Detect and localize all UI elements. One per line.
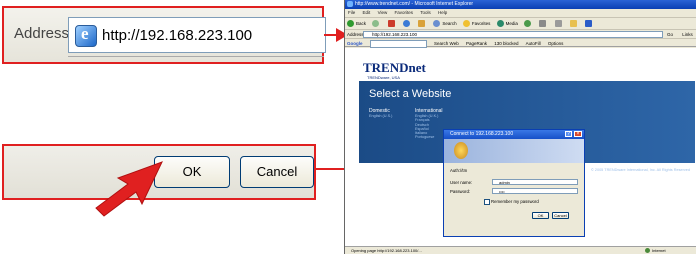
status-zone: Internet (645, 247, 666, 254)
ok-button-zoom[interactable]: OK (154, 156, 230, 188)
password-label: Password: (450, 189, 471, 194)
google-autofill[interactable]: AutoFill (526, 41, 541, 46)
pointer-arrow-icon (95, 161, 163, 217)
address-zoom-panel: Address http://192.168.223.100 (2, 6, 326, 64)
folder-icon (569, 20, 577, 28)
browser-address-bar: Address http://192.168.223.100 Go Links (345, 29, 696, 38)
domestic-link[interactable]: English (U.S.) (369, 114, 392, 118)
google-search-input[interactable] (369, 39, 427, 48)
page-content: TRENDnet TRENDware, USA Select a Website… (345, 48, 696, 246)
cancel-button-zoom[interactable]: Cancel (240, 156, 314, 188)
address-label: Address (14, 25, 70, 42)
username-field[interactable]: admin (492, 179, 578, 185)
print-icon (554, 20, 562, 28)
menu-help[interactable]: Help (438, 10, 447, 15)
menu-tools[interactable]: Tools (420, 10, 431, 15)
cancel-button[interactable]: Cancel (552, 212, 569, 219)
copyright-text: © 2005 TRENDware International, Inc. All… (591, 168, 690, 172)
media-icon (496, 20, 504, 28)
realm-text: Auth://tm (450, 168, 468, 173)
browser-window: http://www.trendnet.com/ - Microsoft Int… (344, 0, 696, 254)
star-icon (462, 20, 470, 28)
go-label: Go (667, 32, 674, 37)
links-label[interactable]: Links (682, 32, 693, 37)
close-icon[interactable]: × (574, 131, 582, 137)
trendnet-logo[interactable]: TRENDnet (363, 60, 426, 76)
dialog-titlebar: Connect to 192.168.223.100 ? × (444, 130, 584, 139)
google-popup-blocked[interactable]: 130 blocked (494, 41, 518, 46)
address-url-zoom: http://192.168.223.100 (102, 27, 253, 44)
username-value: admin (499, 180, 510, 185)
browser-title: http://www.trendnet.com/ - Microsoft Int… (355, 1, 474, 7)
menu-edit[interactable]: Edit (363, 10, 371, 15)
google-search-web[interactable]: Search Web (434, 41, 459, 46)
back-label: Back (356, 21, 367, 26)
browser-titlebar: http://www.trendnet.com/ - Microsoft Int… (345, 0, 696, 9)
browser-address-input[interactable]: http://192.168.223.100 (363, 31, 663, 38)
dialog-title: Connect to 192.168.223.100 (450, 131, 514, 137)
search-icon (433, 20, 441, 28)
menu-favorites[interactable]: Favorites (395, 10, 414, 15)
media-label: Media (505, 21, 518, 26)
ie-window-icon (347, 1, 353, 7)
browser-address-value: http://192.168.223.100 (372, 32, 418, 37)
globe-icon (645, 248, 650, 254)
logo-subtitle: TRENDware, USA (367, 75, 400, 80)
menu-bar: File Edit View Favorites Tools Help (345, 9, 696, 17)
username-label: User name: (450, 180, 473, 185)
menu-view[interactable]: View (378, 10, 388, 15)
google-logo[interactable]: Google (347, 41, 363, 46)
favorites-label: Favorites (471, 21, 491, 26)
google-pagerank[interactable]: PageRank (466, 41, 487, 46)
mail-icon (539, 20, 547, 28)
back-icon (347, 20, 354, 28)
search-label: Search (442, 21, 457, 26)
status-bar: Opening page http://192.168.223.100/... … (345, 246, 696, 254)
ie-page-icon (75, 24, 97, 47)
google-toolbar: Google Search Web PageRank 130 blocked A… (345, 38, 696, 48)
stop-icon (387, 20, 395, 28)
menu-file[interactable]: File (348, 10, 355, 15)
ok-button[interactable]: OK (532, 212, 549, 219)
messenger-icon (585, 20, 593, 28)
home-icon (418, 20, 426, 28)
google-options[interactable]: Options (548, 41, 564, 46)
status-text: Opening page http://192.168.223.100/... (351, 248, 422, 253)
history-icon (524, 20, 532, 28)
remember-label: Remember my password (491, 199, 539, 204)
international-links: English (U.K.) Français Deutsch Español … (415, 114, 438, 140)
status-zone-label: Internet (652, 248, 666, 253)
refresh-icon (402, 20, 410, 28)
login-dialog: Connect to 192.168.223.100 ? × Auth://tm… (443, 129, 585, 237)
select-website-heading: Select a Website (369, 88, 452, 100)
browser-toolbar: Back Search Favorites Media (345, 17, 696, 29)
lang-link[interactable]: Portuguese (415, 135, 438, 139)
remember-checkbox[interactable] (484, 199, 490, 205)
help-icon[interactable]: ? (565, 131, 572, 137)
forward-icon (372, 20, 380, 28)
address-field-zoom[interactable]: http://192.168.223.100 (68, 17, 326, 53)
password-field[interactable]: •••• (492, 188, 578, 194)
keys-icon (454, 142, 468, 159)
toolbar-edge (68, 56, 324, 63)
password-value: •••• (499, 189, 505, 194)
dialog-banner (444, 139, 584, 163)
